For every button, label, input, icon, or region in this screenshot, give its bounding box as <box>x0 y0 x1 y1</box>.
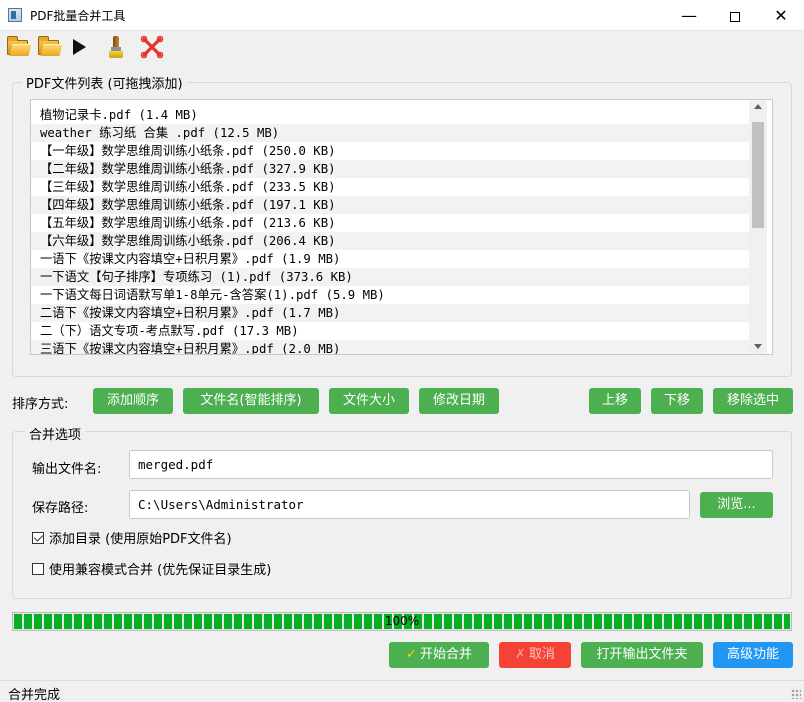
close-button[interactable]: ✕ <box>758 0 804 31</box>
open-output-folder-button[interactable]: 打开输出文件夹 <box>581 642 703 668</box>
file-list-item[interactable]: 植物记录卡.pdf (1.4 MB) <box>31 106 751 124</box>
merge-progress-bar: 100% <box>12 612 792 631</box>
status-bar: 合并完成 <box>0 680 804 702</box>
file-list-item[interactable]: 一下语文【句子排序】专项练习 (1).pdf (373.6 KB) <box>31 268 751 286</box>
file-list-item[interactable]: 【六年级】数学思维周训练小纸条.pdf (206.4 KB) <box>31 232 751 250</box>
scroll-down-arrow-icon[interactable] <box>754 344 762 349</box>
cancel-button[interactable]: ✗ 取消 <box>499 642 571 668</box>
compat-mode-checkbox[interactable]: 使用兼容模式合并 (优先保证目录生成) <box>32 562 271 580</box>
start-merge-button[interactable]: ✓ 开始合并 <box>389 642 489 668</box>
maximize-icon <box>730 11 740 22</box>
file-list-item[interactable]: weather 练习纸 合集 .pdf (12.5 MB) <box>31 124 751 142</box>
file-list-item[interactable]: 【四年级】数学思维周训练小纸条.pdf (197.1 KB) <box>31 196 751 214</box>
file-list-item[interactable]: 【二年级】数学思维周训练小纸条.pdf (327.9 KB) <box>31 160 751 178</box>
file-list-item[interactable]: 【五年级】数学思维周训练小纸条.pdf (213.6 KB) <box>31 214 751 232</box>
toolbar <box>0 31 804 62</box>
advanced-features-button[interactable]: 高级功能 <box>713 642 793 668</box>
app-icon <box>8 8 22 22</box>
maximize-button[interactable] <box>712 0 758 31</box>
file-list-item[interactable]: 三语下《按课文内容填空+日积月累》.pdf (2.0 MB) <box>31 340 751 354</box>
cancel-label: 取消 <box>528 647 555 662</box>
cancel-x-icon: ✗ <box>515 647 526 662</box>
add-toc-checkbox[interactable]: 添加目录 (使用原始PDF文件名) <box>32 531 232 549</box>
sort-by-size-button[interactable]: 文件大小 <box>329 388 409 414</box>
file-list[interactable]: 植物记录卡.pdf (1.4 MB) weather 练习纸 合集 .pdf (1… <box>30 99 773 355</box>
remove-selected-button[interactable]: 移除选中 <box>713 388 793 414</box>
play-icon <box>73 39 86 55</box>
check-icon: ✓ <box>406 647 417 662</box>
save-path-input[interactable] <box>129 490 690 519</box>
clear-list-button[interactable] <box>139 34 165 60</box>
minimize-button[interactable]: — <box>666 0 712 31</box>
add-toc-label: 添加目录 (使用原始PDF文件名) <box>49 532 232 547</box>
output-filename-input[interactable] <box>129 450 773 479</box>
browse-button[interactable]: 浏览... <box>700 492 773 518</box>
file-list-title: PDF文件列表 (可拖拽添加) <box>22 73 187 92</box>
merge-options-title: 合并选项 <box>25 424 86 443</box>
save-path-label: 保存路径: <box>32 501 89 516</box>
output-filename-label: 输出文件名: <box>32 462 102 477</box>
move-up-button[interactable]: 上移 <box>589 388 641 414</box>
compat-mode-label: 使用兼容模式合并 (优先保证目录生成) <box>49 563 272 578</box>
sort-label: 排序方式: <box>12 397 69 412</box>
file-list-item[interactable]: 【三年级】数学思维周训练小纸条.pdf (233.5 KB) <box>31 178 751 196</box>
scroll-up-arrow-icon[interactable] <box>754 104 762 109</box>
resize-grip-icon[interactable] <box>791 689 801 699</box>
file-list-item[interactable]: 一下语文每日词语默写单1-8单元-含答案(1).pdf (5.9 MB) <box>31 286 751 304</box>
sort-by-date-button[interactable]: 修改日期 <box>419 388 499 414</box>
title-bar: PDF批量合并工具 — ✕ <box>0 0 804 31</box>
sort-add-order-button[interactable]: 添加顺序 <box>93 388 173 414</box>
file-list-item[interactable]: 【一年级】数学思维周训练小纸条.pdf (250.0 KB) <box>31 142 751 160</box>
checkbox-unchecked-icon[interactable] <box>32 563 44 575</box>
progress-text: 100% <box>384 614 420 628</box>
window-title: PDF批量合并工具 <box>30 9 126 23</box>
start-merge-label: 开始合并 <box>419 647 472 662</box>
clear-icon <box>140 35 164 59</box>
file-list-scrollbar[interactable] <box>749 100 767 354</box>
checkbox-checked-icon[interactable] <box>32 532 44 544</box>
sort-by-name-button[interactable]: 文件名(智能排序) <box>183 388 319 414</box>
add-folder-button[interactable] <box>35 34 61 60</box>
clean-button[interactable] <box>102 34 128 60</box>
move-down-button[interactable]: 下移 <box>651 388 703 414</box>
open-folder-icon <box>7 36 28 55</box>
file-list-item[interactable]: 二（下）语文专项-考点默写.pdf (17.3 MB) <box>31 322 751 340</box>
status-text: 合并完成 <box>8 688 61 702</box>
open-files-button[interactable] <box>4 34 30 60</box>
add-folder-icon <box>38 36 59 55</box>
scrollbar-thumb[interactable] <box>752 122 764 228</box>
file-list-item[interactable]: 二语下《按课文内容填空+日积月累》.pdf (1.7 MB) <box>31 304 751 322</box>
run-button[interactable] <box>66 34 92 60</box>
file-list-item[interactable]: 一语下《按课文内容填空+日积月累》.pdf (1.9 MB) <box>31 250 751 268</box>
